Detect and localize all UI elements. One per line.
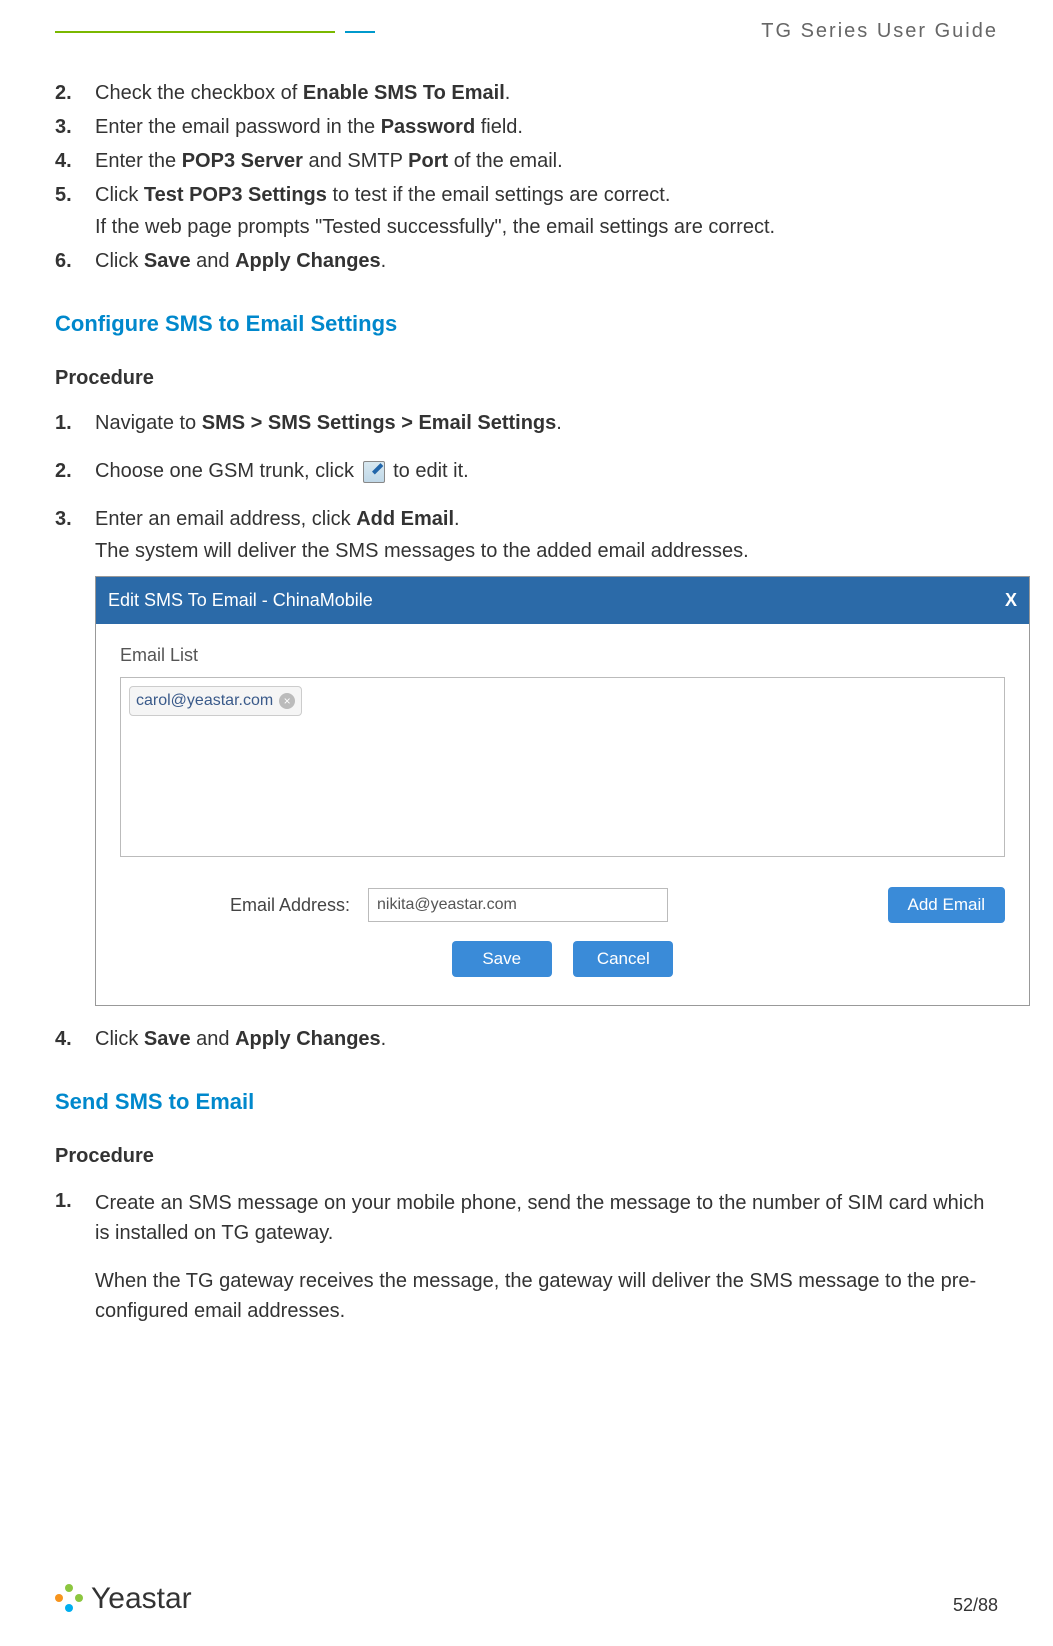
email-tag: carol@yeastar.com × bbox=[129, 686, 302, 716]
save-button[interactable]: Save bbox=[452, 941, 552, 977]
page-header: TG Series User Guide bbox=[55, 20, 998, 43]
page-number: 52/88 bbox=[953, 1595, 998, 1616]
step-num: 1. bbox=[55, 1186, 95, 1326]
edit-sms-dialog: Edit SMS To Email - ChinaMobile X Email … bbox=[95, 576, 1030, 1006]
step-num: 3. bbox=[55, 112, 95, 142]
step-text: Choose one GSM trunk, click to edit it. bbox=[95, 456, 998, 486]
step-num: 4. bbox=[55, 146, 95, 176]
step-5-sub: If the web page prompts "Tested successf… bbox=[95, 212, 998, 242]
header-bar-green bbox=[55, 31, 335, 33]
step-2: 2. Check the checkbox of Enable SMS To E… bbox=[55, 78, 998, 108]
step-num: 6. bbox=[55, 246, 95, 276]
cfg-step-3-sub: The system will deliver the SMS messages… bbox=[95, 536, 1030, 566]
step-text: Enter an email address, click Add Email.… bbox=[95, 504, 1030, 1006]
step-text: Click Test POP3 Settings to test if the … bbox=[95, 180, 998, 242]
cfg-step-4: 4. Click Save and Apply Changes. bbox=[55, 1024, 998, 1054]
step-num: 5. bbox=[55, 180, 95, 242]
step-6: 6. Click Save and Apply Changes. bbox=[55, 246, 998, 276]
procedure-label: Procedure bbox=[55, 367, 998, 390]
brand-logo: Yeastar bbox=[55, 1582, 192, 1616]
dialog-footer: Save Cancel bbox=[120, 923, 1005, 987]
pop3-steps: 2. Check the checkbox of Enable SMS To E… bbox=[55, 78, 998, 276]
dialog-title: Edit SMS To Email - ChinaMobile bbox=[108, 587, 373, 614]
configure-steps: 1. Navigate to SMS > SMS Settings > Emai… bbox=[55, 408, 998, 1054]
dialog-titlebar: Edit SMS To Email - ChinaMobile X bbox=[96, 577, 1029, 624]
email-address-label: Email Address: bbox=[120, 892, 350, 919]
cfg-step-1: 1. Navigate to SMS > SMS Settings > Emai… bbox=[55, 408, 998, 438]
send-step-1: 1. Create an SMS message on your mobile … bbox=[55, 1186, 998, 1326]
email-tag-text: carol@yeastar.com bbox=[136, 689, 273, 713]
step-num: 2. bbox=[55, 78, 95, 108]
step-text: Enter the email password in the Password… bbox=[95, 112, 998, 142]
dialog-body: Email List carol@yeastar.com × Email Add… bbox=[96, 624, 1029, 1005]
step-num: 3. bbox=[55, 504, 95, 1006]
section-send-heading: Send SMS to Email bbox=[55, 1089, 998, 1115]
send-step-1-p1: Create an SMS message on your mobile pho… bbox=[95, 1188, 998, 1248]
step-text: Check the checkbox of Enable SMS To Emai… bbox=[95, 78, 998, 108]
procedure-label-2: Procedure bbox=[55, 1145, 998, 1168]
step-5: 5. Click Test POP3 Settings to test if t… bbox=[55, 180, 998, 242]
email-address-input[interactable] bbox=[368, 888, 668, 922]
send-steps: 1. Create an SMS message on your mobile … bbox=[55, 1186, 998, 1326]
step-3: 3. Enter the email password in the Passw… bbox=[55, 112, 998, 142]
step-num: 2. bbox=[55, 456, 95, 486]
cfg-step-2: 2. Choose one GSM trunk, click to edit i… bbox=[55, 456, 998, 486]
step-num: 4. bbox=[55, 1024, 95, 1054]
cfg-step-3: 3. Enter an email address, click Add Ema… bbox=[55, 504, 998, 1006]
email-list-label: Email List bbox=[120, 642, 1005, 669]
step-text: Click Save and Apply Changes. bbox=[95, 1024, 998, 1054]
brand-name: Yeastar bbox=[91, 1582, 192, 1616]
send-step-1-p2: When the TG gateway receives the message… bbox=[95, 1266, 998, 1326]
step-text: Click Save and Apply Changes. bbox=[95, 246, 998, 276]
section-configure-heading: Configure SMS to Email Settings bbox=[55, 311, 998, 337]
dialog-close-button[interactable]: X bbox=[1005, 587, 1017, 614]
step-text: Enter the POP3 Server and SMTP Port of t… bbox=[95, 146, 998, 176]
header-bar-blue bbox=[345, 31, 375, 33]
step-num: 1. bbox=[55, 408, 95, 438]
step-text: Create an SMS message on your mobile pho… bbox=[95, 1186, 998, 1326]
step-4: 4. Enter the POP3 Server and SMTP Port o… bbox=[55, 146, 998, 176]
remove-email-icon[interactable]: × bbox=[279, 693, 295, 709]
email-list-box[interactable]: carol@yeastar.com × bbox=[120, 677, 1005, 857]
step-text: Navigate to SMS > SMS Settings > Email S… bbox=[95, 408, 998, 438]
logo-icon bbox=[55, 1584, 85, 1614]
page-footer: Yeastar 52/88 bbox=[55, 1582, 998, 1616]
add-email-button[interactable]: Add Email bbox=[888, 887, 1005, 923]
doc-title: TG Series User Guide bbox=[375, 20, 998, 43]
cancel-button[interactable]: Cancel bbox=[573, 941, 673, 977]
edit-icon bbox=[363, 461, 385, 483]
email-address-row: Email Address: Add Email bbox=[120, 887, 1005, 923]
